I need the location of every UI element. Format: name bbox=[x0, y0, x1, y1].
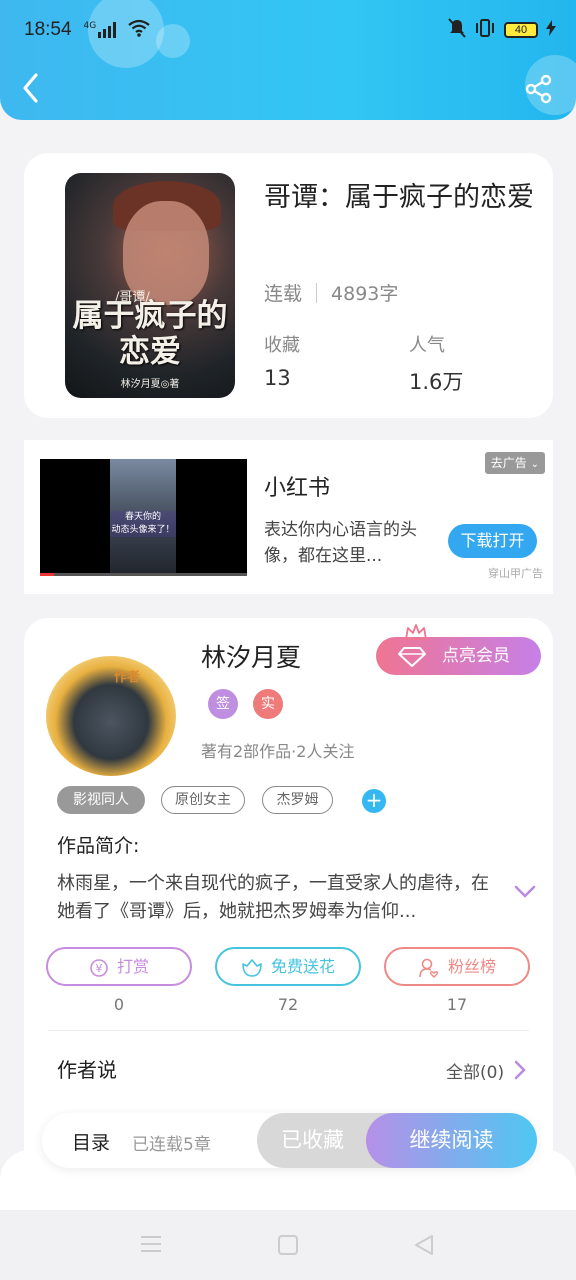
status-time: 18:54 bbox=[24, 19, 72, 40]
expand-intro-button[interactable] bbox=[514, 884, 536, 903]
vip-button[interactable]: 点亮会员 bbox=[376, 624, 541, 675]
continue-reading-button[interactable]: 继续阅读 bbox=[366, 1113, 537, 1168]
intro-text: 林雨星，一个来自现代的疯子，一直受家人的虐待，在她看了《哥谭》后，她就把杰罗姆奉… bbox=[57, 873, 489, 922]
author-card: 作者 林汐月夏 点亮会员 签 实 著有2部作品·2人关注 影视同人 原创女主 杰… bbox=[24, 618, 553, 1178]
meta-divider bbox=[316, 282, 318, 303]
word-count: 4893字 bbox=[331, 283, 399, 305]
menu-icon[interactable] bbox=[140, 1234, 162, 1258]
fan-ranking-button[interactable]: 粉丝榜 bbox=[384, 947, 530, 986]
wifi-icon bbox=[128, 19, 150, 42]
remove-ad-label: 去广告 bbox=[490, 456, 527, 470]
ad-title: 小红书 bbox=[264, 476, 331, 501]
ad-video-frame: 春天你的 动态头像来了！ bbox=[110, 459, 176, 573]
book-info-card: /哥谭/ 属于疯子的恋爱 林汐月夏◎著 哥谭：属于疯子的恋爱 连载 4893字 … bbox=[24, 153, 553, 418]
chevron-down-icon: ⌄ bbox=[530, 459, 539, 470]
back-triangle-icon[interactable] bbox=[413, 1234, 435, 1260]
flower-count: 72 bbox=[277, 995, 299, 1014]
diamond-icon bbox=[398, 647, 426, 667]
yen-coin-icon: ¥ bbox=[90, 958, 108, 977]
charging-icon bbox=[546, 19, 556, 41]
ad-video-caption: 春天你的 动态头像来了！ bbox=[110, 511, 176, 537]
chevron-right-icon[interactable] bbox=[514, 1060, 526, 1084]
ad-video[interactable]: 春天你的 动态头像来了！ bbox=[40, 459, 247, 576]
signal-icon: 4G bbox=[84, 22, 121, 38]
author-says-label: 作者说 bbox=[57, 1058, 117, 1082]
home-icon[interactable] bbox=[277, 1234, 299, 1260]
send-flower-button[interactable]: 免费送花 bbox=[215, 947, 361, 986]
book-status: 连载 bbox=[264, 283, 303, 305]
cover-author: 林汐月夏◎著 bbox=[120, 379, 180, 390]
video-progress-bar bbox=[40, 573, 247, 576]
author-works-info: 著有2部作品·2人关注 bbox=[201, 742, 355, 761]
mute-icon bbox=[448, 17, 466, 43]
tip-button[interactable]: ¥ 打赏 bbox=[46, 947, 192, 986]
book-meta: 连载 4893字 bbox=[264, 279, 398, 306]
signed-badge: 签 bbox=[208, 689, 238, 719]
ad-description: 表达你内心语言的头像，都在这里... bbox=[264, 520, 417, 566]
svg-text:¥: ¥ bbox=[95, 962, 102, 975]
network-type: 4G bbox=[83, 21, 97, 31]
book-title: 哥谭：属于疯子的恋爱 bbox=[264, 182, 534, 213]
bottom-action-bar: 目录 已连载5章 已收藏 继续阅读 bbox=[42, 1113, 537, 1168]
plus-icon: + bbox=[365, 788, 383, 812]
collect-value: 13 bbox=[264, 366, 291, 390]
ad-source: 穿山甲广告 bbox=[488, 567, 543, 580]
user-heart-icon bbox=[419, 958, 439, 978]
divider bbox=[48, 1030, 529, 1031]
vibrate-icon bbox=[474, 18, 496, 42]
tag-item[interactable]: 杰罗姆 bbox=[262, 786, 333, 814]
toc-button[interactable]: 目录 bbox=[72, 1128, 110, 1155]
collect-label: 收藏 bbox=[264, 335, 300, 356]
system-nav-bar bbox=[0, 1210, 576, 1280]
chevron-down-icon bbox=[514, 885, 536, 898]
author-avatar-tag: 作者 bbox=[114, 670, 141, 685]
author-says-all-link[interactable]: 全部(0) bbox=[446, 1058, 504, 1083]
vip-label: 点亮会员 bbox=[442, 646, 510, 666]
popularity-label: 人气 bbox=[409, 335, 445, 356]
tag-item[interactable]: 原创女主 bbox=[161, 786, 245, 814]
author-avatar[interactable] bbox=[46, 656, 176, 776]
share-button[interactable] bbox=[524, 74, 554, 104]
crown-icon bbox=[405, 624, 427, 640]
book-cover[interactable]: /哥谭/ 属于疯子的恋爱 林汐月夏◎著 bbox=[65, 173, 235, 398]
battery-icon: 40 bbox=[504, 22, 538, 38]
verified-badge: 实 bbox=[253, 689, 283, 719]
status-bar: 18:54 4G 40 bbox=[24, 16, 556, 44]
fan-ranking-label: 粉丝榜 bbox=[447, 957, 496, 976]
tag-item[interactable]: 影视同人 bbox=[57, 786, 145, 814]
author-name[interactable]: 林汐月夏 bbox=[201, 638, 301, 674]
ad-download-button[interactable]: 下载打开 bbox=[448, 524, 537, 558]
top-header: 18:54 4G 40 bbox=[0, 0, 576, 120]
share-icon bbox=[525, 74, 552, 104]
flower-icon bbox=[242, 958, 262, 977]
tip-count: 0 bbox=[113, 995, 125, 1014]
popularity-value: 1.6万 bbox=[409, 370, 464, 394]
send-flower-label: 免费送花 bbox=[270, 957, 335, 976]
back-button[interactable] bbox=[18, 70, 48, 106]
fan-count: 17 bbox=[446, 995, 468, 1014]
ad-banner[interactable]: 春天你的 动态头像来了！ 小红书 表达你内心语言的头像，都在这里... 去广告 … bbox=[24, 440, 553, 594]
remove-ad-button[interactable]: 去广告 ⌄ bbox=[484, 452, 545, 474]
chapters-info: 已连载5章 bbox=[132, 1135, 211, 1155]
add-tag-button[interactable]: + bbox=[362, 789, 386, 813]
intro-label: 作品简介: bbox=[57, 835, 140, 857]
cover-title: 属于疯子的恋爱 bbox=[72, 298, 228, 370]
tip-label: 打赏 bbox=[116, 957, 149, 976]
chevron-left-icon bbox=[23, 73, 38, 103]
